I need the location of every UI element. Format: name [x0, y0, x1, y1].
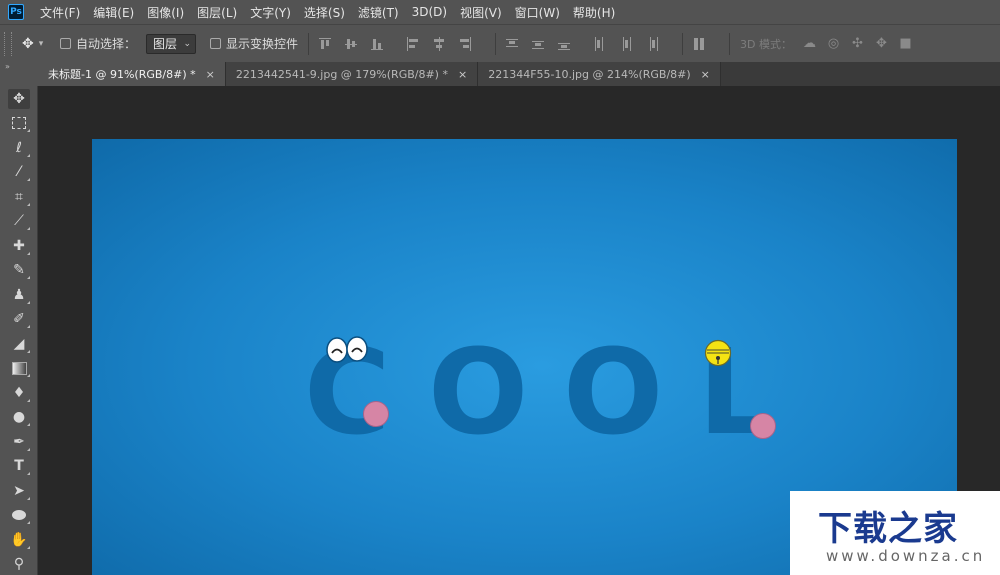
auto-select-checkbox[interactable] [60, 38, 71, 49]
distribute-vertical-centers-icon[interactable] [532, 37, 545, 51]
menu-file[interactable]: 文件(F) [40, 4, 80, 21]
tab-2213442541-9[interactable]: 2213442541-9.jpg @ 179%(RGB/8#) * × [225, 62, 479, 86]
menu-layer[interactable]: 图层(L) [197, 4, 237, 21]
close-icon[interactable]: × [701, 68, 710, 81]
blur-tool-icon[interactable]: ♦ [8, 383, 30, 403]
hand-tool-icon[interactable]: ✋ [8, 530, 30, 550]
eraser-icon[interactable]: ◢ [8, 334, 30, 354]
close-icon[interactable]: × [206, 68, 215, 81]
options-bar-grip[interactable] [4, 31, 12, 56]
options-bar: ✥ ▾ 自动选择： 图层 ⌄ 显示变换控件 3D 模式： ☁ ◎ ✣ ✥ ■ [0, 24, 1000, 62]
brush-tool-icon[interactable]: ✎ [8, 260, 30, 280]
align-bottom-edges-icon[interactable] [371, 37, 384, 51]
3d-mode-label: 3D 模式： [740, 37, 792, 51]
tab-untitled-1[interactable]: 未标题-1 @ 91%(RGB/8#) * × [38, 62, 226, 86]
menu-help[interactable]: 帮助(H) [573, 4, 615, 21]
chevron-down-icon: ▾ [38, 38, 44, 49]
menu-window[interactable]: 窗口(W) [515, 4, 560, 21]
history-brush-icon[interactable]: ✐ [8, 309, 30, 329]
menu-type[interactable]: 文字(Y) [250, 4, 291, 21]
eyes-icon [326, 336, 368, 363]
tab-label: 未标题-1 @ 91%(RGB/8#) * [48, 68, 196, 81]
eyedropper-icon[interactable]: ⟋ [8, 211, 30, 231]
gradient-tool-icon[interactable] [8, 358, 30, 378]
watermark-url: www.downza.cn [826, 547, 986, 565]
3d-roll-icon[interactable]: ◎ [826, 37, 841, 50]
divider [682, 32, 684, 55]
type-tool-icon[interactable]: T [8, 456, 30, 476]
letter-o-second: O [563, 323, 664, 461]
path-select-icon[interactable]: ➤ [8, 481, 30, 501]
align-horizontal-centers-icon[interactable] [433, 36, 445, 51]
3d-slide-icon[interactable]: ✥ [874, 37, 889, 50]
bell-icon [704, 339, 732, 367]
distribute-top-edges-icon[interactable] [506, 37, 519, 51]
toolbar-header: » [0, 62, 38, 86]
collapse-toolbar-icon[interactable]: » [5, 62, 10, 71]
align-right-edges-icon[interactable] [459, 36, 472, 51]
ellipse-tool-icon[interactable] [8, 505, 30, 525]
cheek-left [363, 401, 389, 427]
show-transform-label: 显示变换控件 [226, 37, 299, 51]
menu-3d[interactable]: 3D(D) [412, 5, 447, 19]
healing-brush-icon[interactable]: ✚ [8, 236, 30, 256]
align-vertical-centers-icon[interactable] [345, 37, 358, 51]
watermark-title: 下载之家 [818, 509, 958, 549]
watermark-logo: 下载之家 www.downza.cn [790, 491, 1000, 575]
divider [495, 32, 497, 55]
3d-pan-icon[interactable]: ✣ [850, 37, 865, 50]
show-transform-checkbox[interactable] [210, 38, 222, 49]
menu-filter[interactable]: 滤镜(T) [358, 4, 399, 21]
distribute-left-edges-icon[interactable] [594, 36, 606, 51]
auto-select-target-value: 图层 [153, 37, 178, 51]
auto-align-layers-icon[interactable] [693, 37, 705, 51]
clone-stamp-icon[interactable]: ♟ [8, 285, 30, 305]
move-arrows-icon: ✥ [22, 35, 34, 52]
document-tab-bar: » 未标题-1 @ 91%(RGB/8#) * × 2213442541-9.j… [0, 62, 1000, 86]
crop-tool-icon[interactable]: ⌗ [8, 187, 30, 207]
photoshop-logo-icon: Ps [8, 4, 24, 20]
divider [308, 32, 310, 55]
dodge-tool-icon[interactable]: ● [8, 407, 30, 427]
tab-221344f55-10[interactable]: 221344F55-10.jpg @ 214%(RGB/8#) × [478, 62, 721, 86]
letter-o-first: O [428, 323, 529, 461]
auto-select-label: 自动选择： [76, 37, 137, 51]
distribute-horizontal-centers-icon[interactable] [620, 36, 632, 51]
cheek-right [750, 413, 776, 439]
align-top-edges-icon[interactable] [319, 37, 332, 51]
distribute-right-edges-icon[interactable] [646, 36, 659, 51]
3d-scale-icon[interactable]: ■ [898, 37, 913, 50]
menu-view[interactable]: 视图(V) [460, 4, 502, 21]
tab-label: 2213442541-9.jpg @ 179%(RGB/8#) * [235, 67, 448, 81]
3d-orbit-icon[interactable]: ☁ [802, 37, 817, 50]
close-icon[interactable]: × [458, 68, 467, 81]
move-tool-preset-button[interactable]: ✥ ▾ [22, 36, 60, 52]
align-left-edges-icon[interactable] [407, 36, 419, 51]
tab-label: 221344F55-10.jpg @ 214%(RGB/8#) [488, 67, 691, 81]
menu-image[interactable]: 图像(I) [147, 4, 184, 21]
divider [729, 32, 731, 55]
magic-wand-icon[interactable]: ⁄ [8, 162, 30, 182]
chevron-down-icon: ⌄ [183, 38, 192, 49]
menu-edit[interactable]: 编辑(E) [93, 4, 134, 21]
pen-tool-icon[interactable]: ✒ [8, 432, 30, 452]
menu-bar: Ps 文件(F) 编辑(E) 图像(I) 图层(L) 文字(Y) 选择(S) 滤… [0, 0, 1000, 24]
distribute-bottom-edges-icon[interactable] [558, 37, 571, 51]
zoom-tool-icon[interactable]: ⚲ [8, 554, 30, 574]
marquee-tool-icon[interactable] [8, 113, 30, 133]
tools-panel: ✥ ℓ ⁄ ⌗ ⟋ ✚ ✎ ♟ ✐ ◢ ♦ ● ✒ T ➤ ✋ ⚲ [0, 86, 38, 575]
auto-select-target-dropdown[interactable]: 图层 ⌄ [146, 33, 197, 54]
menu-select[interactable]: 选择(S) [304, 4, 345, 21]
move-tool-icon[interactable]: ✥ [8, 89, 30, 109]
lasso-tool-icon[interactable]: ℓ [8, 138, 30, 158]
